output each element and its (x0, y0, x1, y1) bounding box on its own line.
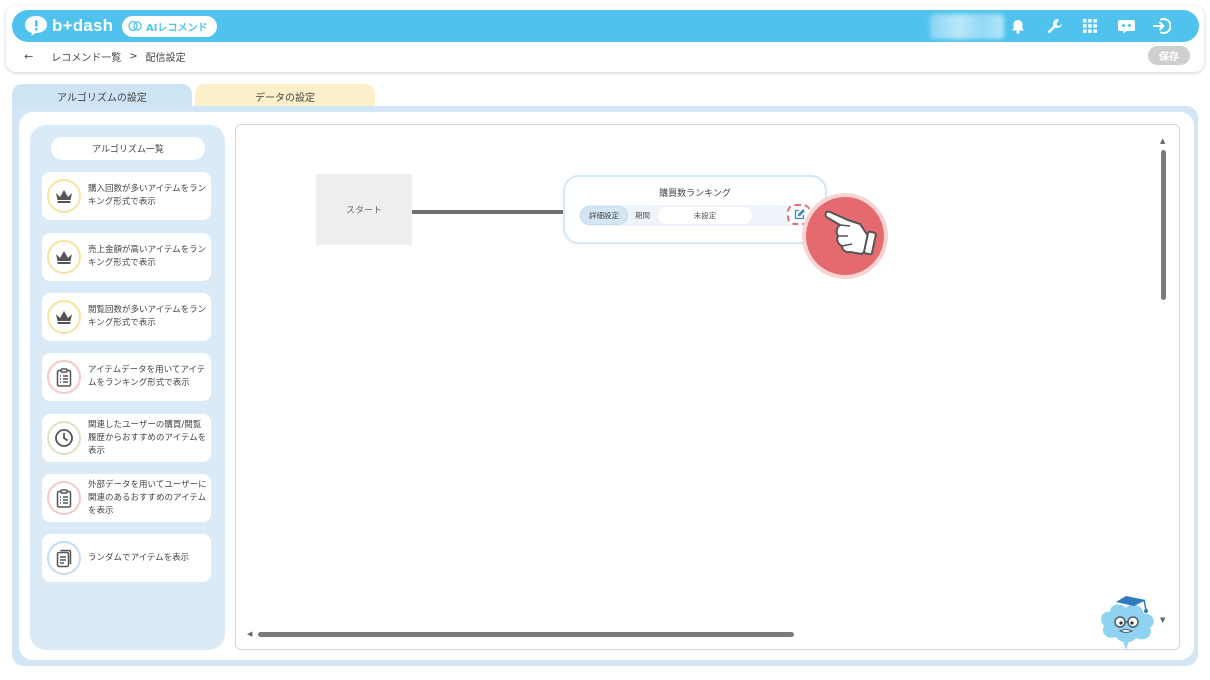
breadcrumb: ← レコメンド一覧 > 配信設定 (24, 49, 186, 64)
algorithm-item-related-users[interactable]: 関連したユーザーの購買/閲覧履歴からおすすめのアイテムを表示 (42, 414, 211, 462)
document-icon (47, 541, 81, 575)
scroll-up-arrow-icon[interactable]: ▲ (1160, 137, 1165, 145)
scroll-down-arrow-icon[interactable]: ▼ (1160, 616, 1165, 624)
ai-recommend-button[interactable]: AIレコメンド (122, 16, 218, 37)
algorithm-item-label: アイテムデータを用いてアイテムをランキング形式で表示 (88, 365, 206, 388)
algorithm-item-label: 購入回数が多いアイテムをランキング形式で表示 (88, 184, 207, 207)
hand-pointer-icon (800, 192, 890, 282)
algorithm-item-label: ランダムでアイテムを表示 (88, 552, 190, 563)
vertical-scrollbar[interactable] (1161, 150, 1166, 300)
wrench-icon[interactable] (1044, 16, 1064, 36)
algorithm-item-label: 外部データを用いてユーザーに関連のあるおすすめのアイテムを表示 (88, 479, 207, 516)
flow-connector-line (412, 210, 565, 214)
algorithm-item-view-count[interactable]: 閲覧回数が多いアイテムをランキング形式で表示 (42, 293, 211, 341)
top-navigation-bar: b+dash AIレコメンド (12, 10, 1199, 42)
logout-icon[interactable] (1152, 16, 1172, 36)
algorithm-item-purchase-count[interactable]: 購入回数が多いアイテムをランキング形式で表示 (42, 172, 211, 220)
mascot-icon[interactable] (1096, 590, 1160, 652)
node-settings-row: 詳細設定 期間 未設定 (579, 204, 811, 226)
breadcrumb-parent-link[interactable]: レコメンド一覧 (51, 49, 121, 64)
algorithm-item-item-data[interactable]: アイテムデータを用いてアイテムをランキング形式で表示 (42, 353, 211, 401)
clipboard-list-icon (47, 481, 81, 515)
logo-text: b+dash (52, 16, 114, 35)
horizontal-scrollbar[interactable] (258, 632, 794, 637)
breadcrumb-current: 配信設定 (145, 53, 186, 64)
algorithm-item-label: 売上金額が高いアイテムをランキング形式で表示 (88, 245, 207, 268)
breadcrumb-separator: > (129, 51, 138, 62)
logo[interactable]: b+dash (24, 14, 113, 38)
algorithm-list-title: アルゴリズム一覧 (51, 137, 205, 160)
node-title: 購買数ランキング (659, 189, 731, 199)
save-button[interactable]: 保存 (1148, 46, 1190, 65)
algorithm-item-label: 関連したユーザーの購買/閲覧履歴からおすすめのアイテムを表示 (88, 419, 207, 456)
algorithm-item-external-data[interactable]: 外部データを用いてユーザーに関連のあるおすすめのアイテムを表示 (42, 474, 211, 522)
period-label: 期間 (635, 211, 650, 220)
tab-algorithm-settings[interactable]: アルゴリズムの設定 (12, 84, 192, 108)
detail-settings-button[interactable]: 詳細設定 (580, 206, 628, 225)
bell-icon[interactable] (1008, 16, 1028, 36)
user-info-blurred[interactable] (930, 14, 1004, 39)
algorithm-item-label: 閲覧回数が多いアイテムをランキング形式で表示 (88, 305, 207, 328)
ai-recommend-label: AIレコメンド (146, 23, 208, 34)
crown-icon (47, 179, 81, 213)
start-node[interactable]: スタート (316, 174, 412, 245)
back-arrow-icon[interactable]: ← (24, 50, 33, 63)
ai-brain-icon (128, 17, 142, 36)
clock-icon (47, 421, 81, 455)
crown-icon (47, 240, 81, 274)
chat-bot-icon[interactable] (1116, 16, 1136, 36)
grid-icon[interactable] (1080, 16, 1100, 36)
period-value: 未設定 (658, 207, 752, 224)
scroll-left-arrow-icon[interactable]: ◀ (247, 630, 252, 638)
crown-icon (47, 300, 81, 334)
tab-data-settings[interactable]: データの設定 (195, 84, 375, 108)
logo-bubble-icon (24, 15, 48, 37)
clipboard-list-icon (47, 360, 81, 394)
purchase-ranking-node[interactable]: 購買数ランキング 詳細設定 期間 未設定 (563, 175, 827, 244)
algorithm-item-sales-amount[interactable]: 売上金額が高いアイテムをランキング形式で表示 (42, 233, 211, 281)
algorithm-item-random[interactable]: ランダムでアイテムを表示 (42, 534, 211, 582)
